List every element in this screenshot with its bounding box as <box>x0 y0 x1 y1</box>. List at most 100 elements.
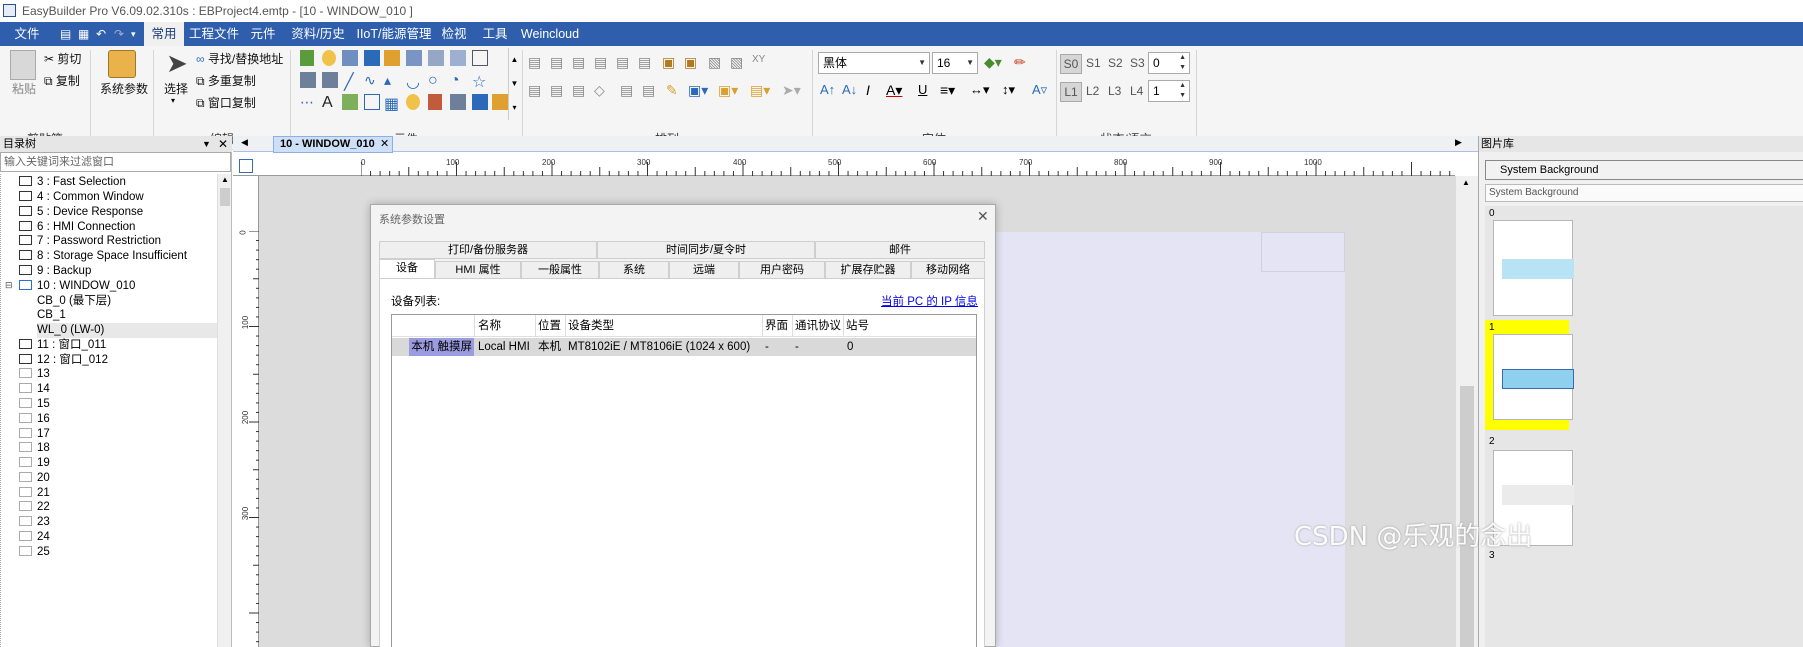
tree-subitem[interactable]: CB_1 <box>37 308 66 323</box>
select-dropdown-icon[interactable]: ▾ <box>171 96 175 105</box>
crop-icon[interactable]: ▤ <box>642 82 655 99</box>
tab-remote[interactable]: 远端 <box>669 261 739 279</box>
menu-weincloud[interactable]: Weincloud <box>518 22 582 46</box>
distribute-h-icon[interactable]: ▧ <box>708 54 721 71</box>
tree-item[interactable]: 16 <box>19 412 50 427</box>
tab-general[interactable]: 一般属性 <box>521 261 599 279</box>
font-color-icon[interactable]: A▾ <box>886 82 902 99</box>
find-replace-button[interactable]: ∞ 寻找/替换地址 <box>196 50 283 67</box>
dialog-close-icon[interactable]: ✕ <box>977 208 989 225</box>
char-spacing-icon[interactable]: ↔▾ <box>970 82 990 98</box>
tab-user-password[interactable]: 用户密码 <box>739 261 825 279</box>
text-icon[interactable]: A <box>322 94 333 112</box>
language-spinner[interactable]: 1 ▲ ▼ <box>1148 80 1190 102</box>
tab-window-010[interactable]: 10 - WINDOW_010 ✕ <box>273 136 393 153</box>
menu-home[interactable]: 常用 <box>144 22 184 46</box>
lang-l3-button[interactable]: L3 <box>1108 84 1121 98</box>
state-s1-button[interactable]: S1 <box>1086 56 1101 70</box>
send-back-icon[interactable]: ▤▾ <box>750 82 770 99</box>
lang-l1-button[interactable]: L1 <box>1060 82 1082 102</box>
italic-icon[interactable]: I <box>866 82 870 98</box>
quick-access-dropdown-icon[interactable]: ▾ <box>131 26 136 42</box>
same-width-icon[interactable]: ▣ <box>662 54 675 71</box>
column-header-interface[interactable]: 界面 <box>765 315 788 337</box>
align-bottom-icon[interactable]: ▤ <box>638 54 651 71</box>
function-key-icon[interactable] <box>384 50 400 66</box>
data-table-icon[interactable] <box>450 94 466 110</box>
cut-button[interactable]: ✂ 剪切 <box>44 50 81 67</box>
bring-front-icon[interactable]: ▣▾ <box>718 82 738 99</box>
close-icon[interactable]: ✕ <box>218 136 228 152</box>
option-list-icon[interactable] <box>428 50 444 66</box>
tab-email[interactable]: 邮件 <box>815 241 985 259</box>
canvas-scrollbar[interactable]: ▲ <box>1455 176 1478 647</box>
ungroup-icon[interactable]: ▤ <box>550 82 563 99</box>
star-icon[interactable]: ☆ <box>472 72 486 92</box>
panel-dropdown-icon[interactable]: ▼ <box>202 136 211 152</box>
tab-close-icon[interactable]: ✕ <box>380 137 389 152</box>
flip-icon[interactable]: ▤ <box>572 82 585 99</box>
tree-item[interactable]: 18 <box>19 441 50 456</box>
decrease-font-icon[interactable]: A↓ <box>842 82 857 97</box>
column-header-name[interactable]: 名称 <box>478 315 501 337</box>
align-center-icon[interactable]: ▤ <box>550 54 563 71</box>
layer-icon[interactable]: ▣▾ <box>688 82 708 99</box>
lang-l2-button[interactable]: L2 <box>1086 84 1099 98</box>
tree-item[interactable]: 20 <box>19 471 50 486</box>
trend-icon[interactable]: ▴ <box>384 72 391 89</box>
menu-data-history[interactable]: 资料/历史 <box>288 22 348 46</box>
undo-icon[interactable]: ↶ <box>96 26 106 42</box>
traffic-icon[interactable] <box>428 94 442 110</box>
tree-scrollbar[interactable]: ▲ <box>217 174 231 647</box>
filter-input[interactable]: 输入关键词来过滤窗口 <box>0 152 231 172</box>
tree-item[interactable]: 3 : Fast Selection <box>19 175 126 190</box>
bit-lamp-icon[interactable] <box>300 50 314 66</box>
line-spacing-icon[interactable]: ↕▾ <box>1002 82 1015 98</box>
pie-icon[interactable]: ◔ <box>450 72 460 90</box>
arc-icon[interactable]: ◡ <box>406 72 420 92</box>
numeric-input-icon[interactable] <box>472 94 488 110</box>
column-header-location[interactable]: 位置 <box>538 315 561 337</box>
tree-item[interactable]: 25 <box>19 545 50 560</box>
tree-item[interactable]: 5 : Device Response <box>19 205 143 220</box>
scale-icon[interactable]: ⋯ <box>300 94 314 111</box>
menu-iiot[interactable]: IIoT/能源管理 <box>354 22 434 46</box>
library-category-select[interactable]: System Background <box>1485 184 1803 202</box>
align-left-icon[interactable]: ▤ <box>528 54 541 71</box>
xy-icon[interactable]: XY <box>752 54 765 65</box>
underline-icon[interactable]: U <box>918 82 927 97</box>
thumbnail-selected[interactable]: 1 <box>1485 320 1574 430</box>
tree-item[interactable]: 14 <box>19 382 50 397</box>
align-right-icon[interactable]: ▤ <box>572 54 585 71</box>
gallery-scroll[interactable]: ▲ ▼ ▾ <box>508 48 520 120</box>
paste-button[interactable]: 粘贴 <box>12 80 36 97</box>
state-s3-button[interactable]: S3 <box>1130 56 1145 70</box>
paste-icon[interactable] <box>10 50 36 80</box>
tree-item[interactable]: 6 : HMI Connection <box>19 220 135 235</box>
slide-icon[interactable] <box>450 50 466 66</box>
tree-item[interactable]: 11 : 窗口_011 <box>19 338 106 353</box>
scroll-thumb[interactable] <box>220 188 230 206</box>
line-icon[interactable]: ╱ <box>344 72 354 92</box>
menu-project[interactable]: 工程文件 <box>188 22 240 46</box>
tree-subitem-selected[interactable]: WL_0 (LW-0) <box>37 323 217 338</box>
text-align-icon[interactable]: ≡▾ <box>940 82 955 99</box>
table-row[interactable]: 本机 触摸屏 Local HMI 本机 MT8102iE / MT8106iE … <box>392 338 976 356</box>
tree-item[interactable]: 7 : Password Restriction <box>19 234 161 249</box>
same-height-icon[interactable]: ▣ <box>684 54 697 71</box>
rotate-icon[interactable]: ◇ <box>594 82 605 99</box>
scroll-up-icon[interactable]: ▲ <box>1462 178 1470 187</box>
tree-item-window-010[interactable]: 10 : WINDOW_010 <box>19 279 135 294</box>
state-s2-button[interactable]: S2 <box>1108 56 1123 70</box>
align-top-icon[interactable]: ▤ <box>594 54 607 71</box>
tree-item[interactable]: 9 : Backup <box>19 264 91 279</box>
tab-extended-memory[interactable]: 扩展存贮器 <box>825 261 911 279</box>
tab-mobile-network[interactable]: 移动网络 <box>911 261 985 279</box>
tree-item[interactable]: 17 <box>19 427 50 442</box>
diamond-icon[interactable] <box>492 94 508 110</box>
tree-subitem[interactable]: CB_0 (最下层) <box>37 294 111 309</box>
tab-print-backup[interactable]: 打印/备份服务器 <box>379 241 597 259</box>
system-parameters-icon[interactable] <box>108 50 136 78</box>
multi-copy-button[interactable]: ⧉ 多重复制 <box>196 72 256 89</box>
polyline-icon[interactable]: ∿ <box>364 72 376 89</box>
